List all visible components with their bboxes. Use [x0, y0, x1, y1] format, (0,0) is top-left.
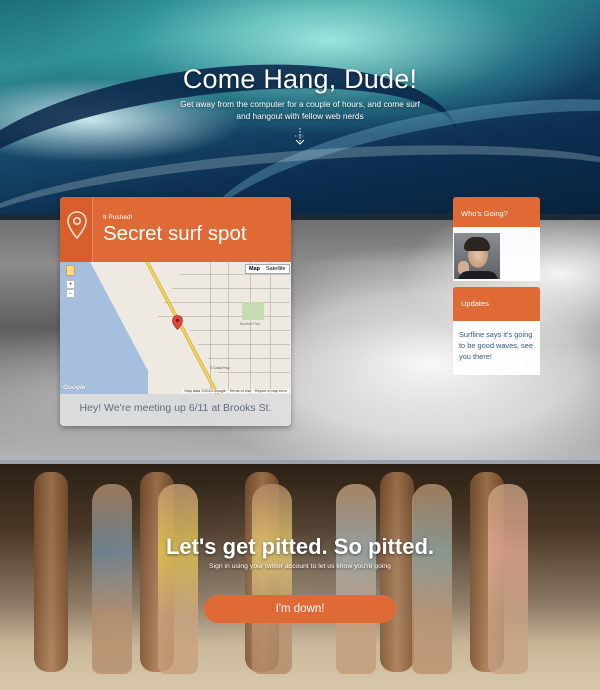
location-map[interactable]: Bluebird Park S Coast Hwy + − Map Satell… [60, 262, 291, 394]
updates-text: Surfline says it's going to be good wave… [453, 321, 540, 375]
event-title: Secret surf spot [103, 222, 247, 245]
google-logo: Google [63, 384, 86, 391]
event-status-tag: It Pushed! [103, 214, 133, 221]
map-street [208, 358, 290, 359]
cta-title: Let's get pitted. So pitted. [165, 534, 434, 559]
map-street [164, 302, 290, 303]
updates-header: Updates [453, 287, 540, 321]
map-type-satellite-button[interactable]: Satellite [263, 265, 289, 273]
photo-overlay [0, 464, 600, 690]
map-street [228, 262, 229, 394]
avatar-shirt [458, 271, 498, 279]
map-park [242, 302, 264, 320]
zoom-out-button[interactable]: − [66, 289, 75, 298]
map-type-toggle: Map Satellite [245, 264, 290, 274]
event-card-header: It Pushed! Secret surf spot [60, 197, 291, 262]
hero-title: Come Hang, Dude! [182, 64, 418, 94]
hero-subtitle: Get away from the computer for a couple … [180, 99, 420, 121]
map-highway-label: S Coast Hwy [210, 366, 230, 370]
location-pin-icon [67, 211, 87, 239]
im-down-button[interactable]: I'm down! [204, 595, 396, 623]
cta-section: Let's get pitted. So pitted. Sign in usi… [0, 464, 600, 690]
cta-subtitle: Sign in using your twitter account to le… [209, 563, 391, 570]
whos-going-header: Who's Going? [453, 197, 540, 227]
map-street [198, 344, 290, 345]
map-park-label: Bluebird Park [240, 322, 261, 326]
map-street [180, 274, 290, 275]
map-marker-icon[interactable] [172, 315, 183, 330]
map-street [172, 288, 290, 289]
hero-section: Come Hang, Dude! Get away from the compu… [0, 0, 600, 214]
map-type-map-button[interactable]: Map [246, 265, 263, 273]
pin-column [60, 197, 93, 262]
event-card: It Pushed! Secret surf spot Bluebird Par… [60, 197, 291, 426]
avatar-hair [464, 237, 490, 251]
map-attribution[interactable]: Map data ©2013 Google · Terms of Use · R… [182, 389, 289, 393]
event-card-footer: Hey! We're meeting up 6/11 at Brooks St. [79, 402, 272, 414]
street-view-pegman-icon[interactable] [66, 265, 75, 276]
map-street [270, 262, 271, 394]
zoom-in-button[interactable]: + [66, 280, 75, 289]
map-street [190, 330, 290, 331]
map-street [250, 262, 251, 394]
attendee-avatar[interactable] [454, 233, 500, 279]
map-street [210, 262, 211, 394]
scroll-down-arrow-icon[interactable] [292, 127, 308, 147]
whos-going-panel [453, 227, 540, 281]
